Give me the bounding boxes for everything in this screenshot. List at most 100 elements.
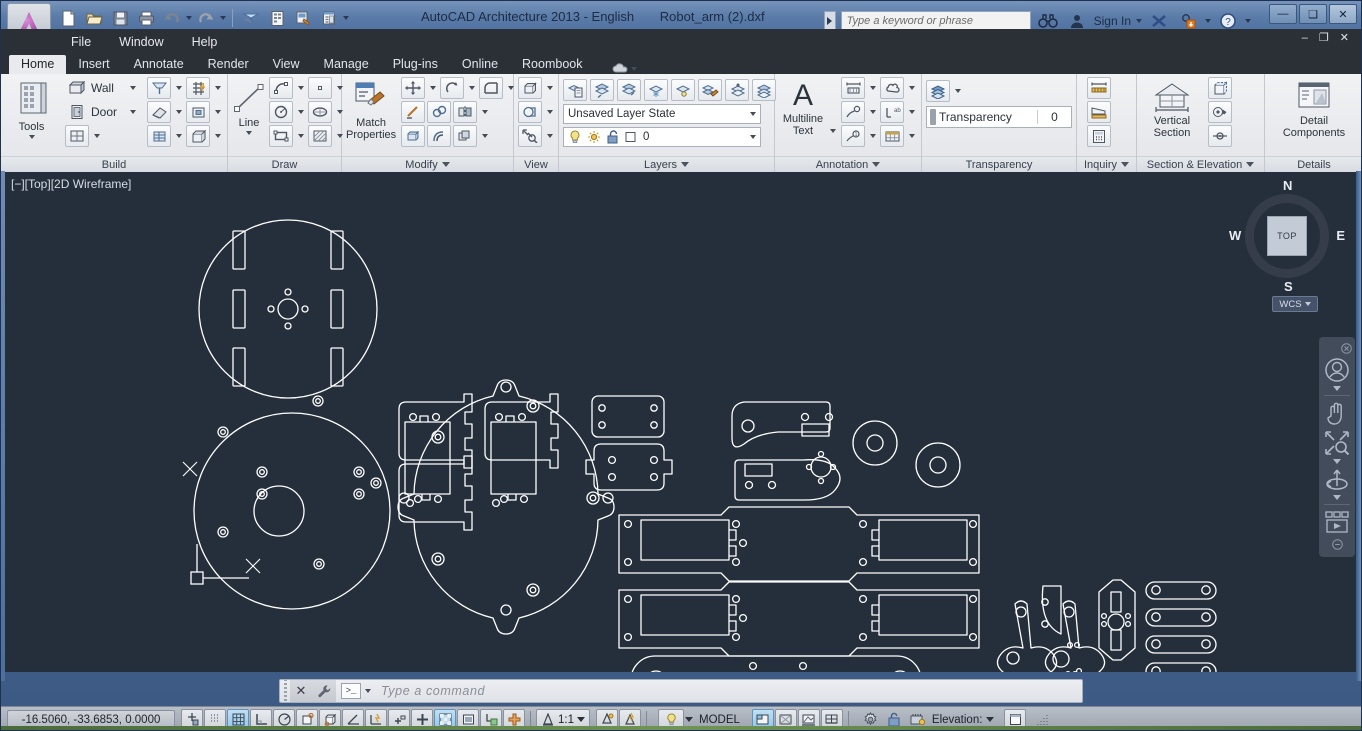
compass-east-label[interactable]: E bbox=[1336, 228, 1345, 243]
offset-icon[interactable] bbox=[427, 125, 452, 147]
grid-slab-icon[interactable] bbox=[186, 77, 210, 99]
wall-label[interactable]: Wall bbox=[91, 81, 125, 95]
tab-insert[interactable]: Insert bbox=[66, 55, 121, 74]
measure-distance-icon[interactable] bbox=[1087, 77, 1111, 99]
curtain-wall-dropdown-icon[interactable] bbox=[173, 77, 184, 99]
dimension-dropdown-icon[interactable] bbox=[867, 77, 878, 99]
circle-dropdown-icon[interactable] bbox=[295, 101, 306, 123]
window-dropdown-icon[interactable] bbox=[91, 125, 102, 147]
undo-arrow-icon[interactable] bbox=[160, 6, 184, 30]
maximize-button[interactable]: ❑ bbox=[1299, 4, 1327, 24]
mirror-icon[interactable] bbox=[453, 101, 478, 123]
tab-manage[interactable]: Manage bbox=[312, 55, 381, 74]
command-input[interactable]: Type a command bbox=[371, 684, 1082, 698]
wall-icon[interactable] bbox=[65, 77, 89, 99]
autodesk-360-button[interactable] bbox=[612, 63, 638, 74]
door-dropdown-icon[interactable] bbox=[127, 101, 138, 123]
rotate-dropdown-icon[interactable] bbox=[466, 77, 477, 99]
content-browser-icon[interactable] bbox=[265, 6, 289, 30]
menu-item-window[interactable]: Window bbox=[105, 32, 177, 52]
visual-style-dropdown-icon[interactable] bbox=[544, 101, 555, 123]
transparency-layer-icon[interactable] bbox=[926, 80, 950, 102]
multileader-dropdown-icon[interactable] bbox=[867, 125, 878, 147]
redo-arrow-icon[interactable] bbox=[194, 6, 218, 30]
revision-cloud-icon[interactable] bbox=[880, 77, 904, 99]
sheet-set-icon[interactable] bbox=[291, 6, 315, 30]
transparency-field[interactable]: Transparency 0 bbox=[926, 106, 1072, 128]
tab-view[interactable]: View bbox=[261, 55, 312, 74]
new-document-icon[interactable] bbox=[56, 6, 80, 30]
ucs-dropdown[interactable]: WCS bbox=[1272, 296, 1318, 312]
tab-home[interactable]: Home bbox=[9, 55, 67, 74]
layer-state-dropdown[interactable]: Unsaved Layer State bbox=[563, 104, 761, 124]
compass-west-label[interactable]: W bbox=[1229, 228, 1241, 243]
trim-icon[interactable] bbox=[401, 101, 426, 123]
point-icon[interactable] bbox=[308, 77, 332, 99]
table-icon[interactable] bbox=[880, 125, 904, 147]
qat-overflow-icon[interactable] bbox=[343, 16, 349, 20]
panel-expand-icon[interactable] bbox=[872, 162, 881, 167]
massing-icon[interactable] bbox=[186, 125, 210, 147]
layer-merge-icon[interactable] bbox=[752, 79, 776, 101]
infocenter-expand-button[interactable] bbox=[823, 11, 836, 31]
search-input[interactable]: Type a keyword or phrase bbox=[840, 11, 1031, 31]
stair-dropdown-icon[interactable] bbox=[173, 125, 184, 147]
measure-area-icon[interactable] bbox=[1087, 101, 1111, 123]
tab-roombook[interactable]: Roombook bbox=[510, 55, 594, 74]
layer-isolate-icon[interactable] bbox=[617, 79, 641, 101]
sign-in-button[interactable]: Sign In bbox=[1094, 14, 1131, 28]
panel-expand-icon[interactable] bbox=[441, 162, 450, 167]
leader-dropdown-icon[interactable] bbox=[867, 101, 878, 123]
command-line-settings-icon[interactable] bbox=[312, 680, 336, 702]
circle-icon[interactable] bbox=[269, 101, 293, 123]
project-navigator-icon[interactable] bbox=[239, 6, 263, 30]
arc-icon[interactable] bbox=[269, 77, 293, 99]
steering-wheels-icon[interactable] bbox=[1322, 356, 1352, 384]
wall-dropdown-icon[interactable] bbox=[127, 77, 138, 99]
drawing-canvas[interactable]: [−][Top][2D Wireframe] TOP N S E W WCS bbox=[1, 172, 1361, 672]
zoom-extents-icon[interactable] bbox=[518, 125, 542, 147]
document-window-controls[interactable]: – ❐ ✕ bbox=[1302, 31, 1353, 44]
transparency-value[interactable]: 0 bbox=[1037, 110, 1071, 124]
transparency-slider-handle[interactable] bbox=[930, 109, 936, 125]
structural-member-icon[interactable] bbox=[186, 101, 210, 123]
door-label[interactable]: Door bbox=[91, 105, 125, 119]
tab-annotate[interactable]: Annotate bbox=[122, 55, 196, 74]
tab-render[interactable]: Render bbox=[196, 55, 261, 74]
pan-hand-icon[interactable] bbox=[1322, 400, 1352, 428]
roof-icon[interactable] bbox=[147, 101, 171, 123]
line-dropdown-icon[interactable] bbox=[246, 131, 252, 135]
compass-north-label[interactable]: N bbox=[1283, 178, 1292, 193]
rectangle-icon[interactable] bbox=[269, 125, 293, 147]
elevation-marker-icon[interactable] bbox=[1208, 101, 1232, 123]
current-layer-dropdown[interactable]: 0 bbox=[563, 127, 761, 147]
menu-item-file[interactable]: File bbox=[57, 32, 105, 52]
panel-expand-icon[interactable] bbox=[681, 162, 690, 167]
door-icon[interactable] bbox=[65, 101, 89, 123]
show-motion-icon[interactable] bbox=[1322, 509, 1352, 537]
fillet-icon[interactable] bbox=[479, 77, 504, 99]
view-cube-top-face[interactable]: TOP bbox=[1267, 216, 1307, 256]
leader-icon[interactable] bbox=[841, 101, 865, 123]
panel-expand-icon[interactable] bbox=[1246, 162, 1255, 167]
view-cube[interactable]: TOP N S E W bbox=[1229, 178, 1345, 294]
multiline-text-dropdown-icon[interactable] bbox=[830, 129, 836, 133]
zoom-icon[interactable] bbox=[1322, 429, 1352, 457]
tools-dropdown-icon[interactable] bbox=[28, 135, 35, 139]
copy-icon[interactable] bbox=[427, 101, 452, 123]
elevation-dropdown-icon[interactable] bbox=[986, 717, 995, 722]
open-folder-icon[interactable] bbox=[82, 6, 106, 30]
command-line-close-button[interactable]: ✕ bbox=[290, 680, 312, 702]
layer-freeze-icon[interactable] bbox=[644, 79, 668, 101]
menu-item-help[interactable]: Help bbox=[178, 32, 232, 52]
revcloud-dropdown-icon[interactable] bbox=[906, 77, 917, 99]
printer-icon[interactable] bbox=[134, 6, 158, 30]
mirror-dropdown-icon[interactable] bbox=[479, 101, 490, 123]
zoom-dropdown-icon[interactable] bbox=[544, 125, 555, 147]
minimize-button[interactable]: — bbox=[1269, 4, 1297, 24]
roof-dropdown-icon[interactable] bbox=[173, 101, 184, 123]
move-icon[interactable] bbox=[401, 77, 426, 99]
close-button[interactable]: ✕ bbox=[1329, 4, 1357, 24]
multiline-text-button[interactable]: A Multiline Text bbox=[779, 77, 827, 138]
properties-palette-icon[interactable] bbox=[317, 6, 341, 30]
